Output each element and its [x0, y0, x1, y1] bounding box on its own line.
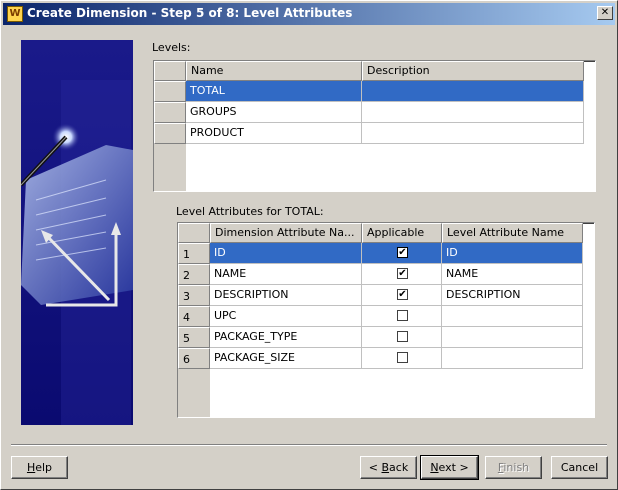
applicable-cell[interactable]: ✔ — [362, 243, 442, 264]
attributes-table[interactable]: Dimension Attribute Na... Applicable Lev… — [177, 222, 595, 418]
finish-button-suffix: inish — [503, 461, 530, 474]
help-button[interactable]: Help — [11, 456, 68, 479]
create-dimension-dialog: W Create Dimension - Step 5 of 8: Level … — [0, 0, 618, 490]
attribute-name-cell[interactable]: PACKAGE_TYPE — [210, 327, 362, 348]
attribute-row-number[interactable]: 5 — [178, 327, 210, 348]
applicable-checkbox[interactable] — [397, 352, 408, 363]
levels-cell-name[interactable]: PRODUCT — [186, 123, 362, 144]
attributes-label: Level Attributes for TOTAL: — [176, 205, 324, 218]
next-button[interactable]: Next > — [420, 455, 479, 480]
applicable-cell[interactable] — [362, 306, 442, 327]
window-title: Create Dimension - Step 5 of 8: Level At… — [27, 6, 353, 20]
applicable-checkbox[interactable] — [397, 331, 408, 342]
level-attribute-name-cell[interactable] — [442, 306, 583, 327]
levels-row-header[interactable] — [154, 81, 186, 102]
attribute-row-number[interactable]: 4 — [178, 306, 210, 327]
levels-cell-description[interactable] — [362, 123, 584, 144]
attribute-row-number[interactable]: 6 — [178, 348, 210, 369]
applicable-cell[interactable]: ✔ — [362, 285, 442, 306]
next-button-suffix: ext > — [438, 461, 469, 474]
wizard-illustration — [21, 40, 133, 425]
levels-row-header[interactable] — [154, 102, 186, 123]
level-attribute-name-cell[interactable] — [442, 327, 583, 348]
help-button-suffix: elp — [35, 461, 53, 474]
level-attribute-name-cell[interactable] — [442, 348, 583, 369]
finish-button[interactable]: Finish — [485, 456, 542, 479]
applicable-checkbox[interactable]: ✔ — [397, 247, 408, 258]
attributes-header-name[interactable]: Dimension Attribute Na... — [210, 223, 362, 243]
back-button-suffix: ack — [389, 461, 409, 474]
close-button[interactable]: ✕ — [597, 6, 613, 20]
attribute-row-number[interactable]: 3 — [178, 285, 210, 306]
button-separator — [11, 444, 607, 446]
attributes-header-level-name[interactable]: Level Attribute Name — [442, 223, 583, 243]
levels-header-description[interactable]: Description — [362, 61, 584, 81]
back-button[interactable]: < Back — [360, 456, 417, 479]
next-button-mnemonic: N — [430, 461, 439, 474]
levels-corner-header — [154, 61, 186, 81]
back-button-prefix: < — [368, 461, 382, 474]
applicable-cell[interactable] — [362, 348, 442, 369]
attribute-row-number[interactable]: 1 — [178, 243, 210, 264]
attribute-name-cell[interactable]: ID — [210, 243, 362, 264]
attribute-name-cell[interactable]: DESCRIPTION — [210, 285, 362, 306]
level-attribute-name-cell[interactable]: NAME — [442, 264, 583, 285]
applicable-checkbox[interactable]: ✔ — [397, 289, 408, 300]
help-button-mnemonic: H — [26, 461, 36, 474]
attribute-name-cell[interactable]: NAME — [210, 264, 362, 285]
levels-table[interactable]: Name Description TOTAL GROUPS PRODUCT — [153, 60, 596, 192]
back-button-mnemonic: B — [381, 461, 390, 474]
applicable-checkbox[interactable]: ✔ — [397, 268, 408, 279]
level-attribute-name-cell[interactable]: ID — [442, 243, 583, 264]
wizard-icon: W — [7, 6, 23, 22]
level-attribute-name-cell[interactable]: DESCRIPTION — [442, 285, 583, 306]
levels-cell-name[interactable]: GROUPS — [186, 102, 362, 123]
attribute-name-cell[interactable]: UPC — [210, 306, 362, 327]
levels-header-name[interactable]: Name — [186, 61, 362, 81]
levels-cell-name[interactable]: TOTAL — [186, 81, 362, 102]
title-bar: W Create Dimension - Step 5 of 8: Level … — [3, 3, 615, 25]
applicable-cell[interactable]: ✔ — [362, 264, 442, 285]
attributes-header-applicable[interactable]: Applicable — [362, 223, 442, 243]
wizard-graphic — [21, 80, 133, 425]
levels-label: Levels: — [152, 41, 191, 54]
attributes-corner-header — [178, 223, 210, 243]
attribute-name-cell[interactable]: PACKAGE_SIZE — [210, 348, 362, 369]
cancel-button-label: Cancel — [560, 461, 599, 474]
cancel-button[interactable]: Cancel — [551, 456, 608, 479]
applicable-cell[interactable] — [362, 327, 442, 348]
applicable-checkbox[interactable] — [397, 310, 408, 321]
levels-cell-description[interactable] — [362, 81, 584, 102]
levels-cell-description[interactable] — [362, 102, 584, 123]
levels-row-header[interactable] — [154, 123, 186, 144]
attribute-row-number[interactable]: 2 — [178, 264, 210, 285]
